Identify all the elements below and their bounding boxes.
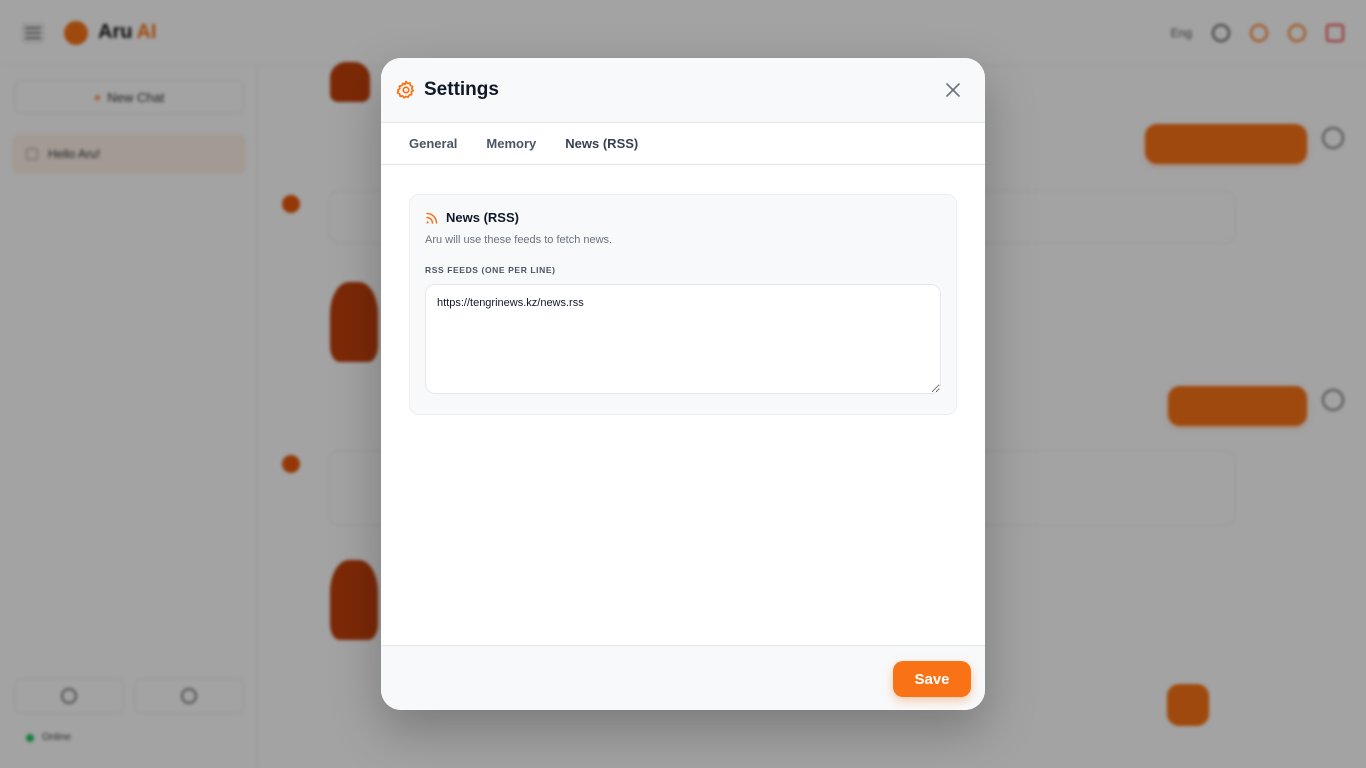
modal-title: Settings <box>424 79 499 100</box>
tab-news-rss[interactable]: News (RSS) <box>565 123 638 164</box>
rss-feeds-label: RSS FEEDS (ONE PER LINE) <box>425 265 556 275</box>
rss-icon <box>426 212 438 224</box>
close-button[interactable] <box>939 76 967 104</box>
modal-header: Settings <box>381 58 985 123</box>
modal-footer: Save <box>381 645 985 710</box>
close-icon <box>946 83 960 97</box>
settings-modal: Settings General Memory News (RSS) News … <box>381 58 985 710</box>
tab-general[interactable]: General <box>409 123 457 164</box>
tab-memory[interactable]: Memory <box>486 123 536 164</box>
card-description: Aru will use these feeds to fetch news. <box>425 234 613 246</box>
save-button[interactable]: Save <box>893 661 971 697</box>
card-title: News (RSS) <box>446 210 519 225</box>
rss-feeds-textarea[interactable]: https://tengrinews.kz/news.rss <box>425 284 941 394</box>
card-header: News (RSS) <box>425 210 519 225</box>
settings-tabs: General Memory News (RSS) <box>381 123 985 165</box>
rss-settings-card: News (RSS) Aru will use these feeds to f… <box>409 194 957 415</box>
gear-icon <box>396 80 415 99</box>
